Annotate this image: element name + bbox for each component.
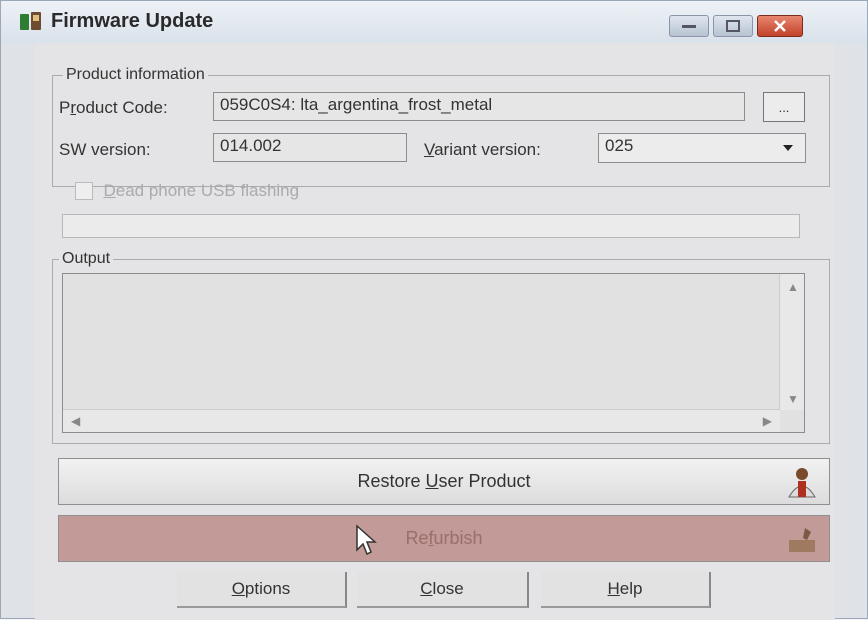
window-title: Firmware Update: [51, 10, 214, 32]
scroll-down-icon[interactable]: ▼: [787, 392, 799, 406]
close-button-label: Close: [420, 579, 463, 599]
scroll-up-icon[interactable]: ▲: [787, 280, 799, 294]
product-information-label: Product information: [63, 66, 208, 84]
horizontal-scrollbar[interactable]: ◀ ▶: [63, 409, 780, 432]
close-label-mnemonic: C: [420, 579, 433, 598]
dead-phone-usb-label: Dead phone USB flashing: [103, 181, 299, 200]
refurbish-label-pre: Re: [405, 528, 429, 548]
sw-version-label: SW version:: [59, 140, 151, 159]
progress-bar: [62, 214, 800, 238]
dead-phone-label-rest: ead phone USB flashing: [115, 181, 300, 200]
variant-version-label: Variant version:: [424, 140, 541, 160]
product-code-label: Product Code:: [59, 98, 168, 118]
product-code-label-part: P: [59, 98, 71, 117]
variant-version-value: 025: [605, 136, 634, 155]
refurbish-button[interactable]: Refurbish: [58, 515, 830, 562]
output-label: Output: [59, 250, 114, 268]
options-button-label: Options: [232, 579, 291, 599]
minimize-icon: [670, 16, 708, 36]
close-window-button[interactable]: [757, 15, 803, 37]
options-button[interactable]: Options: [177, 572, 347, 608]
restore-label-mnemonic: U: [425, 471, 439, 491]
restore-button-label: Restore User Product: [357, 471, 530, 492]
title-bar[interactable]: Firmware Update: [1, 1, 867, 43]
scroll-left-icon[interactable]: ◀: [71, 414, 80, 428]
options-label-mnemonic: O: [231, 579, 245, 598]
product-code-field[interactable]: 059C0S4: lta_argentina_frost_metal: [213, 92, 745, 121]
help-button[interactable]: Help: [541, 572, 711, 608]
restore-user-product-button[interactable]: Restore User Product: [58, 458, 830, 505]
close-button[interactable]: Close: [357, 572, 529, 608]
scroll-right-icon[interactable]: ▶: [763, 414, 772, 428]
close-icon: [758, 16, 802, 36]
variant-label-mnemonic: V: [424, 140, 435, 159]
refurbish-tools-icon: [789, 528, 815, 552]
restore-label-pre: Restore: [357, 471, 426, 491]
sw-version-field[interactable]: 014.002: [213, 133, 407, 162]
variant-label-rest: ariant version:: [434, 140, 541, 159]
dead-phone-usb-checkbox[interactable]: Dead phone USB flashing: [75, 180, 299, 200]
output-textarea[interactable]: ▲ ▼ ◀ ▶: [62, 273, 805, 433]
options-label-rest: ptions: [244, 579, 291, 598]
help-label-mnemonic: H: [607, 579, 620, 598]
maximize-button[interactable]: [713, 15, 753, 37]
restore-label-post: ser Product: [438, 471, 531, 491]
product-code-label-rest: oduct Code:: [76, 98, 168, 117]
vertical-scrollbar[interactable]: ▲ ▼: [779, 274, 804, 410]
mouse-cursor-icon: [356, 524, 377, 556]
checkbox-icon: [75, 181, 93, 200]
dialog-body: Product information Product Code: 059C0S…: [35, 43, 835, 620]
firmware-update-window: Firmware Update Product information Prod…: [0, 0, 868, 620]
minimize-button[interactable]: [669, 15, 709, 37]
browse-button[interactable]: ...: [763, 92, 805, 122]
close-label-rest: lose: [432, 579, 464, 598]
dead-phone-label-mnemonic: D: [103, 181, 116, 200]
maximize-icon: [714, 16, 752, 36]
app-icon: [20, 12, 41, 30]
refurbish-button-label: Refurbish: [405, 528, 482, 549]
variant-version-select[interactable]: 025: [598, 133, 806, 163]
help-label-rest: elp: [619, 579, 643, 598]
restore-person-icon: [788, 468, 816, 498]
refurbish-label-post: urbish: [433, 528, 483, 548]
help-button-label: Help: [608, 579, 643, 599]
chevron-down-icon[interactable]: [775, 138, 801, 158]
